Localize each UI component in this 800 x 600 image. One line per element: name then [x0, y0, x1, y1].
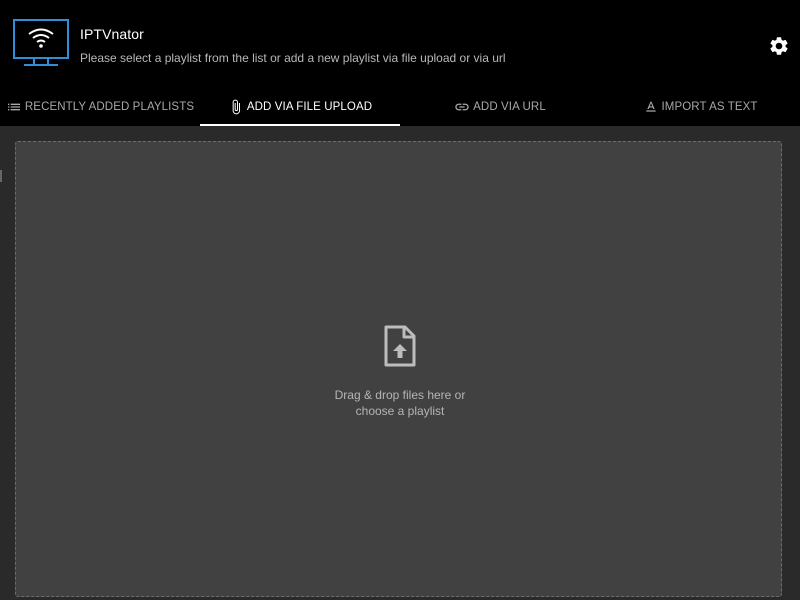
- tab-label: ADD VIA URL: [473, 101, 546, 113]
- app-subtitle: Please select a playlist from the list o…: [80, 51, 506, 65]
- app-title: IPTVnator: [80, 26, 144, 42]
- tab-file-upload[interactable]: ADD VIA FILE UPLOAD: [200, 88, 400, 126]
- list-icon: [7, 103, 20, 111]
- tab-add-url[interactable]: ADD VIA URL: [400, 88, 600, 126]
- gear-icon[interactable]: [768, 35, 790, 57]
- tab-bar: RECENTLY ADDED PLAYLISTS ADD VIA FILE UP…: [0, 88, 800, 127]
- file-upload-icon: [384, 325, 416, 367]
- dropzone-line-1: Drag & drop files here or: [334, 388, 466, 402]
- dropzone-instructions: Drag & drop files here or choose a playl…: [300, 387, 500, 419]
- text-format-icon: [645, 101, 656, 112]
- tab-label: RECENTLY ADDED PLAYLISTS: [24, 101, 195, 113]
- paperclip-icon: [232, 99, 240, 115]
- link-icon: [455, 103, 469, 111]
- app-window: IPTVnator Please select a playlist from …: [0, 0, 800, 600]
- window-edge-marker: [0, 170, 2, 182]
- dropzone-line-2[interactable]: choose a playlist: [300, 403, 500, 419]
- tab-recently-added[interactable]: RECENTLY ADDED PLAYLISTS: [0, 88, 200, 126]
- tab-label: ADD VIA FILE UPLOAD: [246, 101, 373, 113]
- tv-wifi-icon: [13, 19, 69, 66]
- header: IPTVnator Please select a playlist from …: [0, 0, 800, 88]
- active-tab-indicator: [200, 124, 400, 126]
- tab-label: IMPORT AS TEXT: [661, 101, 758, 113]
- tab-import-text[interactable]: IMPORT AS TEXT: [600, 88, 800, 126]
- file-dropzone[interactable]: [15, 141, 782, 597]
